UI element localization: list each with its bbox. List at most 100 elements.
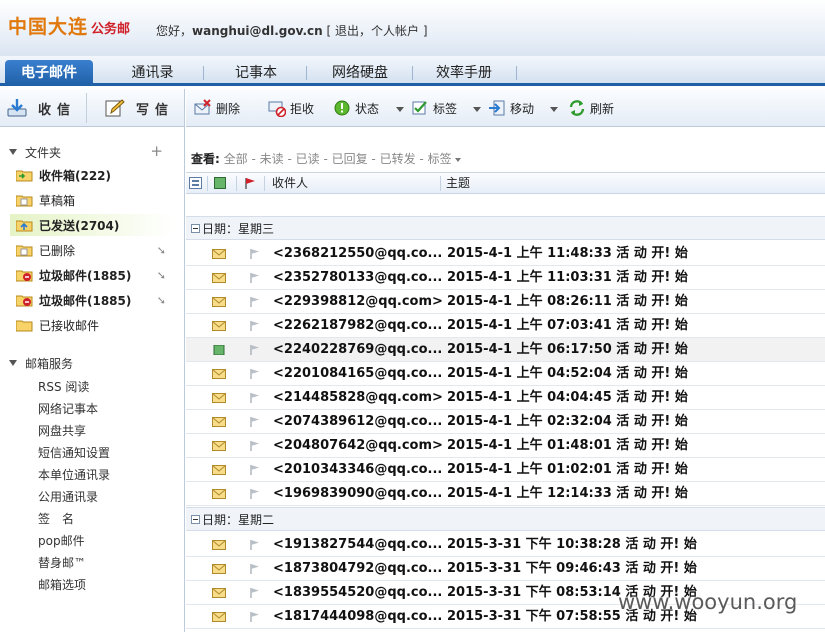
service-rss[interactable]: RSS 阅读 (38, 378, 89, 395)
flag-icon[interactable] (249, 611, 261, 623)
mail-row[interactable]: <1969839090@qq.co... 2015-4-1 上午 12:14:33… (186, 482, 825, 506)
service-sms-settings[interactable]: 短信通知设置 (38, 444, 110, 461)
tab-contacts[interactable]: 通讯录 (110, 60, 195, 86)
mail-recipient[interactable]: <1817444098@qq.co... (273, 605, 442, 629)
filter-tag[interactable]: 标签 (428, 152, 452, 166)
service-mailbox-options[interactable]: 邮箱选项 (38, 576, 86, 593)
envelope-icon[interactable] (212, 564, 226, 574)
flag-icon[interactable] (249, 344, 261, 356)
tab-netdisk[interactable]: 网络硬盘 (315, 60, 405, 86)
mail-subject[interactable]: 2015-4-1 上午 12:14:33 活 动 开! 始 (447, 482, 688, 506)
envelope-icon[interactable] (212, 441, 226, 451)
envelope-icon[interactable] (212, 369, 226, 379)
service-pop-mail[interactable]: pop邮件 (38, 532, 85, 549)
service-alias-mail[interactable]: 替身邮™ (38, 554, 86, 571)
sidebar-item-deleted[interactable]: 已删除 ➘ (10, 239, 174, 261)
flag-icon[interactable] (249, 248, 261, 260)
flag-icon[interactable] (249, 320, 261, 332)
mail-recipient[interactable]: <2262187982@qq.co... (273, 314, 442, 338)
filter-forwarded[interactable]: 已转发 (380, 152, 416, 166)
sidebar-item-received[interactable]: 已接收邮件 (10, 314, 174, 336)
mail-subject[interactable]: 2015-3-31 下午 10:38:28 活 动 开! 始 (447, 533, 697, 557)
mail-row[interactable]: <214485828@qq.com> 2015-4-1 上午 04:04:45 活… (186, 386, 825, 410)
flag-column-icon[interactable] (244, 177, 256, 190)
mail-row[interactable]: <2240228769@qq.co... 2015-4-1 上午 06:17:50… (186, 338, 825, 362)
envelope-icon[interactable] (212, 588, 226, 598)
status-column-icon[interactable] (214, 177, 226, 189)
sidebar-item-inbox[interactable]: 收件箱(222) (10, 164, 174, 186)
column-header-recipient[interactable]: 收件人 (272, 173, 308, 194)
column-header-subject[interactable]: 主题 (446, 173, 470, 194)
mail-row[interactable]: <229398812@qq.com> 2015-4-1 上午 08:26:11 活… (186, 290, 825, 314)
mail-subject[interactable]: 2015-4-1 上午 11:48:33 活 动 开! 始 (447, 242, 688, 266)
mail-subject[interactable]: 2015-3-31 下午 09:46:43 活 动 开! 始 (447, 557, 697, 581)
mail-subject[interactable]: 2015-4-1 上午 04:52:04 活 动 开! 始 (447, 362, 688, 386)
envelope-icon[interactable] (212, 417, 226, 427)
empty-folder-icon[interactable]: ➘ (157, 244, 166, 257)
filter-read[interactable]: 已读 (296, 152, 320, 166)
select-all-menu-icon[interactable] (189, 177, 203, 190)
mail-recipient[interactable]: <2352780133@qq.co... (273, 266, 442, 290)
tab-notepad[interactable]: 记事本 (212, 60, 300, 86)
sidebar-item-drafts[interactable]: 草稿箱 (10, 189, 174, 211)
mail-recipient[interactable]: <2240228769@qq.co... (273, 338, 442, 362)
mail-row[interactable]: <1913827544@qq.co... 2015-3-31 下午 10:38:2… (186, 533, 825, 557)
sidebar-item-sent[interactable]: 已发送(2704) (10, 214, 174, 236)
flag-icon[interactable] (249, 392, 261, 404)
collapse-triangle-icon[interactable] (9, 149, 17, 155)
flag-icon[interactable] (249, 587, 261, 599)
filter-replied[interactable]: 已回复 (332, 152, 368, 166)
envelope-icon[interactable] (212, 489, 226, 499)
mail-subject[interactable]: 2015-4-1 上午 02:32:04 活 动 开! 始 (447, 410, 688, 434)
flag-icon[interactable] (249, 272, 261, 284)
collapse-triangle-icon[interactable] (9, 360, 17, 366)
mail-recipient[interactable]: <2074389612@qq.co... (273, 410, 442, 434)
logout-link[interactable]: 退出 (335, 24, 359, 38)
sidebar-item-spam-2[interactable]: 垃圾邮件(1885) ➘ (10, 289, 174, 311)
empty-folder-icon[interactable]: ➘ (157, 294, 166, 307)
mail-subject[interactable]: 2015-4-1 上午 01:02:01 活 动 开! 始 (447, 458, 688, 482)
mail-row[interactable]: <2368212550@qq.co... 2015-4-1 上午 11:48:33… (186, 242, 825, 266)
sidebar-item-spam[interactable]: 垃圾邮件(1885) ➘ (10, 264, 174, 286)
envelope-icon[interactable] (212, 297, 226, 307)
empty-folder-icon[interactable]: ➘ (157, 269, 166, 282)
mail-recipient[interactable]: <214485828@qq.com> (273, 386, 443, 410)
mail-recipient[interactable]: <1969839090@qq.co... (273, 482, 442, 506)
account-link[interactable]: 个人帐户 (371, 24, 419, 38)
mail-recipient[interactable]: <204807642@qq.com> (273, 434, 443, 458)
collapse-group-icon[interactable] (191, 514, 200, 524)
tab-handbook[interactable]: 效率手册 (420, 60, 508, 86)
mail-recipient[interactable]: <1839554520@qq.co... (273, 581, 442, 605)
move-dropdown-icon[interactable] (550, 107, 558, 112)
move-button[interactable]: 移动 (488, 89, 534, 127)
receive-button[interactable]: 收信 (6, 89, 76, 127)
mail-row[interactable]: <2201084165@qq.co... 2015-4-1 上午 04:52:04… (186, 362, 825, 386)
flag-icon[interactable] (249, 368, 261, 380)
flag-icon[interactable] (249, 296, 261, 308)
flag-icon[interactable] (249, 488, 261, 500)
tag-button[interactable]: 标签 (411, 89, 457, 127)
mail-subject[interactable]: 2015-4-1 上午 06:17:50 活 动 开! 始 (447, 338, 688, 362)
services-section-header[interactable]: 邮箱服务 (0, 353, 185, 373)
envelope-icon[interactable] (212, 465, 226, 475)
mail-recipient[interactable]: <1873804792@qq.co... (273, 557, 442, 581)
date-group-header[interactable]: 日期：星期二 (186, 507, 825, 531)
flag-icon[interactable] (249, 416, 261, 428)
folders-section-header[interactable]: 文件夹 + (0, 142, 185, 162)
envelope-icon[interactable] (212, 249, 226, 259)
mail-subject[interactable]: 2015-4-1 上午 07:03:41 活 动 开! 始 (447, 314, 688, 338)
mail-recipient[interactable]: <2201084165@qq.co... (273, 362, 442, 386)
mail-row[interactable]: <1873804792@qq.co... 2015-3-31 下午 09:46:4… (186, 557, 825, 581)
service-web-notepad[interactable]: 网络记事本 (38, 400, 98, 417)
mail-recipient[interactable]: <229398812@qq.com> (273, 290, 443, 314)
flag-icon[interactable] (249, 440, 261, 452)
service-public-contacts[interactable]: 公用通讯录 (38, 488, 98, 505)
mail-row[interactable]: <2074389612@qq.co... 2015-4-1 上午 02:32:04… (186, 410, 825, 434)
filter-tag-dropdown-icon[interactable] (454, 157, 461, 162)
mail-row[interactable]: <204807642@qq.com> 2015-4-1 上午 01:48:01 活… (186, 434, 825, 458)
collapse-group-icon[interactable] (191, 223, 200, 233)
status-dropdown-icon[interactable] (396, 107, 404, 112)
compose-button[interactable]: 写信 (104, 89, 174, 127)
tab-email[interactable]: 电子邮件 (5, 60, 93, 86)
envelope-icon[interactable] (212, 321, 226, 331)
